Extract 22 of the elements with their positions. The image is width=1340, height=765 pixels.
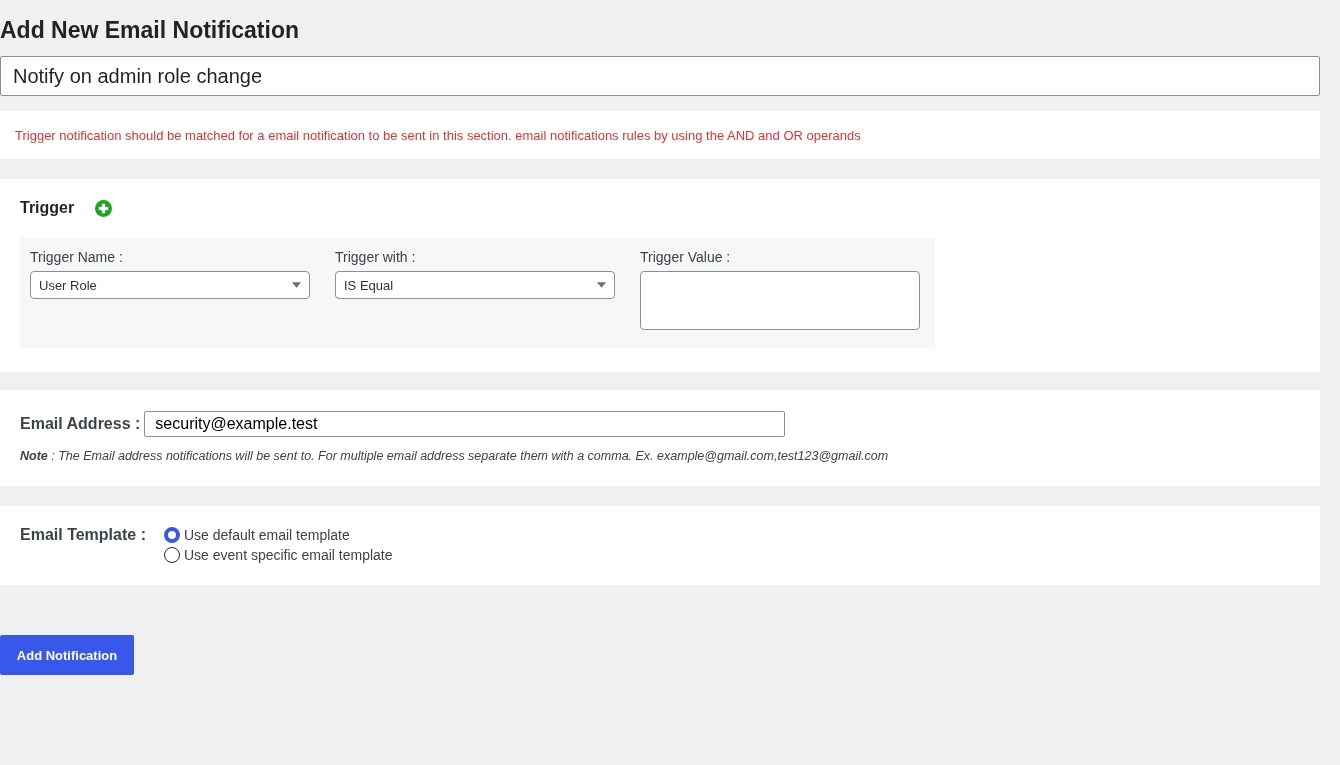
textarea-field[interactable] xyxy=(640,271,920,330)
note-text: Note : The Email address notifications will be sent to. For multiple email address separate them with a comma. Ex. example@gmail.com,test123@gmail.com xyxy=(20,448,889,464)
select-dropdown[interactable]: IS Equal xyxy=(335,271,615,299)
email-input-field[interactable]: security@example.test xyxy=(144,411,786,437)
radio-button[interactable] xyxy=(164,547,180,563)
add-icon[interactable] xyxy=(95,199,113,217)
field-label: Trigger with : xyxy=(335,248,416,266)
field-label: Email Address : xyxy=(20,415,141,433)
select-dropdown[interactable]: User Role xyxy=(30,271,310,299)
add-notification-button[interactable]: Add Notification xyxy=(0,635,134,675)
section-title: Trigger xyxy=(20,199,75,217)
notice-text: Trigger notification should be matched for a email notification to be sent in this section. email notifications rules by using the AND and OR operands xyxy=(15,127,861,143)
title-input-field[interactable]: Notify on admin role change xyxy=(0,56,1320,96)
field-label: Trigger Name : xyxy=(30,248,123,266)
caret-icon xyxy=(292,282,301,288)
radio-label[interactable]: Use default email template xyxy=(184,527,350,543)
field-label: Email Template : xyxy=(20,525,147,545)
radio-label[interactable]: Use event specific email template xyxy=(184,547,393,563)
page-title: Add New Email Notification xyxy=(0,16,300,45)
caret-icon xyxy=(597,282,606,288)
field-label: Trigger Value : xyxy=(640,248,731,266)
radio-button[interactable] xyxy=(164,527,180,543)
